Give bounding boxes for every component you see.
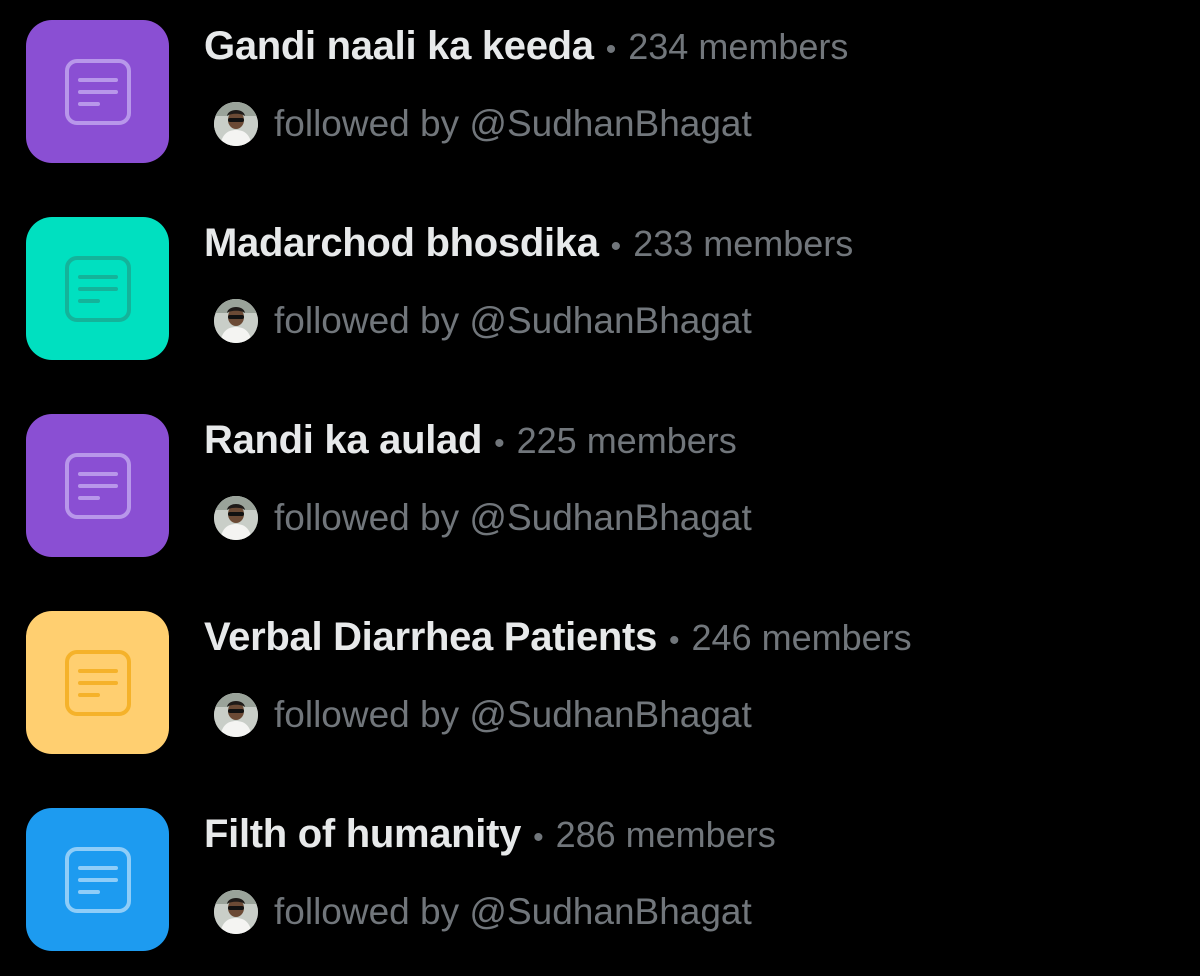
separator-dot: • (610, 230, 622, 263)
followed-by-line: followed by @SudhanBhagat (214, 687, 752, 743)
followed-by-line: followed by @SudhanBhagat (214, 884, 752, 940)
followed-by-line: followed by @SudhanBhagat (214, 293, 752, 349)
list-tile[interactable] (26, 414, 169, 557)
list-tile[interactable] (26, 808, 169, 951)
followed-by-text[interactable]: followed by @SudhanBhagat (274, 694, 752, 736)
list-item[interactable]: Verbal Diarrhea Patients • 246 members f… (0, 591, 1200, 771)
avatar[interactable] (214, 693, 258, 737)
list-name[interactable]: Randi ka aulad (204, 418, 482, 463)
list-item[interactable]: Filth of humanity • 286 members followed… (0, 788, 1200, 968)
avatar-icon (214, 299, 258, 343)
member-count: 233 members (633, 223, 854, 264)
followed-by-line: followed by @SudhanBhagat (214, 490, 752, 546)
avatar[interactable] (214, 496, 258, 540)
member-count: 234 members (628, 26, 849, 67)
avatar[interactable] (214, 102, 258, 146)
list-item[interactable]: Madarchod bhosdika • 233 members followe… (0, 197, 1200, 377)
list-title-line: Madarchod bhosdika • 233 members (204, 221, 853, 277)
list-tile[interactable] (26, 20, 169, 163)
avatar-icon (214, 102, 258, 146)
avatar-icon (214, 890, 258, 934)
list-item[interactable]: Randi ka aulad • 225 members followed by… (0, 394, 1200, 574)
list-name[interactable]: Filth of humanity (204, 812, 521, 857)
followed-by-text[interactable]: followed by @SudhanBhagat (274, 497, 752, 539)
separator-dot: • (494, 427, 505, 460)
list-icon (64, 255, 131, 322)
list-item[interactable]: Gandi naali ka keeda • 234 members follo… (0, 0, 1200, 180)
separator-dot: • (669, 624, 680, 657)
member-count: 246 members (691, 617, 912, 658)
followed-by-text[interactable]: followed by @SudhanBhagat (274, 300, 752, 342)
avatar-icon (214, 693, 258, 737)
list-tile[interactable] (26, 611, 169, 754)
list-name[interactable]: Madarchod bhosdika (204, 221, 599, 266)
list-icon (64, 649, 131, 716)
list-icon (64, 452, 131, 519)
list-name[interactable]: Gandi naali ka keeda (204, 24, 594, 69)
list-title-line: Filth of humanity • 286 members (204, 812, 776, 868)
avatar[interactable] (214, 890, 258, 934)
followed-by-text[interactable]: followed by @SudhanBhagat (274, 891, 752, 933)
member-count: 286 members (555, 814, 776, 855)
avatar[interactable] (214, 299, 258, 343)
followed-by-line: followed by @SudhanBhagat (214, 96, 752, 152)
list-title-line: Gandi naali ka keeda • 234 members (204, 24, 848, 80)
avatar-icon (214, 496, 258, 540)
separator-dot: • (533, 821, 544, 854)
followed-by-text[interactable]: followed by @SudhanBhagat (274, 103, 752, 145)
list-icon (64, 846, 131, 913)
list-tile[interactable] (26, 217, 169, 360)
list-icon (64, 58, 131, 125)
member-count: 225 members (516, 420, 737, 461)
list-title-line: Randi ka aulad • 225 members (204, 418, 737, 474)
list-name[interactable]: Verbal Diarrhea Patients (204, 615, 657, 660)
list-title-line: Verbal Diarrhea Patients • 246 members (204, 615, 912, 671)
separator-dot: • (605, 33, 617, 66)
